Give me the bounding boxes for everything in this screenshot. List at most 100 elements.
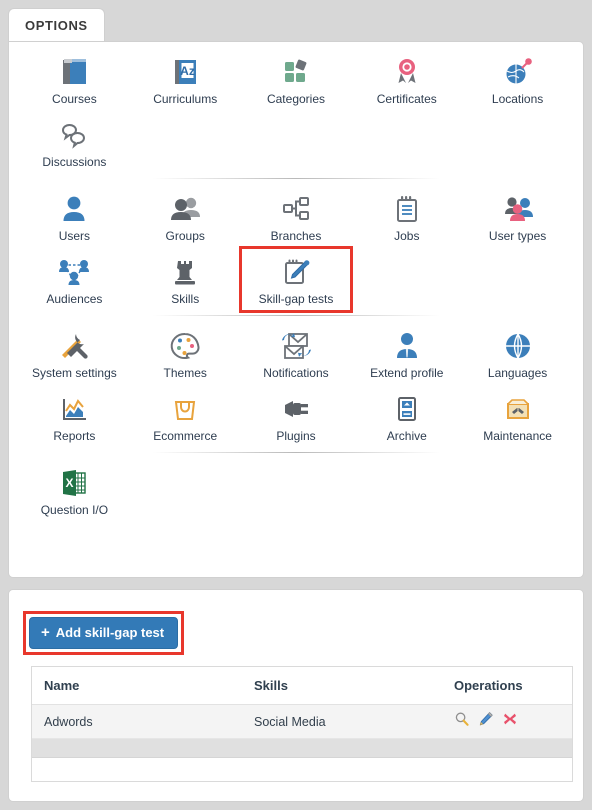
branches-icon [278, 191, 314, 227]
icon-row: System settings Themes Notifications Ext… [19, 322, 573, 385]
icon-tile-notifications[interactable]: Notifications [241, 322, 352, 385]
table-row[interactable]: Adwords Social Media [32, 705, 572, 739]
icon-tile-groups[interactable]: Groups [130, 185, 241, 248]
pencil-pad-icon [278, 254, 314, 290]
icon-row: Users Groups Branches Jobs User types [19, 185, 573, 248]
icon-tile-locations[interactable]: Locations [462, 48, 573, 111]
az-book-icon: Az [167, 54, 203, 90]
svg-text:X: X [66, 476, 74, 490]
delete-icon[interactable] [502, 711, 518, 732]
audiences-icon [56, 254, 92, 290]
icon-tile-ecommerce[interactable]: Ecommerce [130, 385, 241, 448]
plug-icon [278, 391, 314, 427]
icon-tile-label: Ecommerce [153, 429, 218, 443]
icon-tile-jobs[interactable]: Jobs [351, 185, 462, 248]
icon-tile-label: Locations [491, 92, 544, 106]
icon-tile-label: Discussions [42, 155, 107, 169]
icon-tile-categories[interactable]: Categories [241, 48, 352, 111]
chart-icon [56, 391, 92, 427]
icon-tile-reports[interactable]: Reports [19, 385, 130, 448]
icon-tile-label: Maintenance [483, 429, 552, 443]
icon-tile-skill-gap-tests[interactable]: Skill-gap tests [238, 246, 354, 313]
globe-icon [500, 328, 536, 364]
icon-tile-user-types[interactable]: User types [462, 185, 573, 248]
column-header-skills: Skills [254, 678, 288, 693]
table-footer-white [32, 758, 572, 782]
content-group: Courses Az Curriculums Categories Certif… [19, 48, 573, 174]
icon-tile-branches[interactable]: Branches [241, 185, 352, 248]
icon-row: X Question I/O [19, 459, 573, 522]
tab-strip: OPTIONS [8, 8, 584, 42]
icon-tile-users[interactable]: Users [19, 185, 130, 248]
speech-bubbles-icon [56, 117, 92, 153]
icon-tile-audiences[interactable]: Audiences [19, 248, 130, 311]
section-divider [151, 452, 441, 453]
profile-tie-icon [389, 328, 425, 364]
tools-group: X Question I/O [19, 459, 573, 522]
icon-tile-label: Audiences [46, 292, 103, 306]
icon-row: Discussions [19, 111, 573, 174]
icon-tile-curriculums[interactable]: Az Curriculums [130, 48, 241, 111]
globe-pin-icon [500, 54, 536, 90]
maintenance-icon [500, 391, 536, 427]
add-skill-gap-test-button[interactable]: + Add skill-gap test [29, 617, 179, 649]
basket-icon [167, 391, 203, 427]
system-group: System settings Themes Notifications Ext… [19, 322, 573, 448]
icon-tile-label: Users [58, 229, 91, 243]
icon-row: Audiences Skills Skill-gap tests [19, 246, 573, 313]
tab-options[interactable]: OPTIONS [8, 8, 105, 42]
icon-tile-label: System settings [32, 366, 117, 380]
icon-tile-extend-profile[interactable]: Extend profile [351, 322, 462, 385]
icon-tile-label: Plugins [276, 429, 316, 443]
squares-icon [278, 54, 314, 90]
envelope-sync-icon [278, 328, 314, 364]
icon-tile-certificates[interactable]: Certificates [351, 48, 462, 111]
column-header-name: Name [44, 678, 80, 693]
add-skill-gap-test-label: Add skill-gap test [55, 625, 165, 640]
icon-tile-label: Reports [53, 429, 96, 443]
notepad-icon [389, 191, 425, 227]
icon-tile-archive[interactable]: Archive [351, 385, 462, 448]
book-icon [56, 54, 92, 90]
icon-tile-label: Archive [386, 429, 427, 443]
cell-name: Adwords [44, 714, 93, 729]
icon-tile-label: Extend profile [370, 366, 444, 380]
icon-tile-label: Branches [270, 229, 322, 243]
icon-tile-plugins[interactable]: Plugins [241, 385, 352, 448]
group-icon [167, 191, 203, 227]
svg-text:Az: Az [180, 64, 195, 78]
cell-skills: Social Media [254, 714, 326, 729]
palette-icon [167, 328, 203, 364]
skill-gap-tests-table: Name Skills Operations Adwords Social Me… [31, 666, 573, 782]
icon-tile-label: Groups [165, 229, 205, 243]
icon-tile-languages[interactable]: Languages [462, 322, 573, 385]
icon-tile-themes[interactable]: Themes [130, 322, 241, 385]
section-divider [151, 315, 441, 316]
icon-tile-label: Languages [487, 366, 548, 380]
table-footer-gray [32, 739, 572, 758]
icon-tile-label: Jobs [394, 229, 420, 243]
section-divider [151, 178, 441, 179]
icon-tile-label: User types [488, 229, 547, 243]
view-icon[interactable] [454, 711, 470, 732]
icon-tile-system-settings[interactable]: System settings [19, 322, 130, 385]
icon-tile-label: Categories [266, 92, 325, 106]
archive-icon [389, 391, 425, 427]
icon-tile-skills[interactable]: Skills [130, 248, 241, 311]
icon-tile-courses[interactable]: Courses [19, 48, 130, 111]
edit-icon[interactable] [478, 711, 494, 732]
plus-icon: + [41, 623, 50, 641]
icon-tile-label: Curriculums [153, 92, 218, 106]
user-types-icon [500, 191, 536, 227]
table-header-row: Name Skills Operations [32, 667, 572, 705]
column-header-operations: Operations [454, 678, 523, 693]
ribbon-icon [389, 54, 425, 90]
icon-tile-question-i-o[interactable]: X Question I/O [19, 459, 130, 522]
icon-tile-maintenance[interactable]: Maintenance [462, 385, 573, 448]
icon-tile-label: Skills [171, 292, 200, 306]
icon-tile-label: Notifications [263, 366, 329, 380]
icon-tile-discussions[interactable]: Discussions [19, 111, 130, 174]
icon-tile-label: Question I/O [40, 503, 109, 517]
options-panel: Courses Az Curriculums Categories Certif… [8, 41, 584, 578]
cell-operations [442, 711, 572, 732]
